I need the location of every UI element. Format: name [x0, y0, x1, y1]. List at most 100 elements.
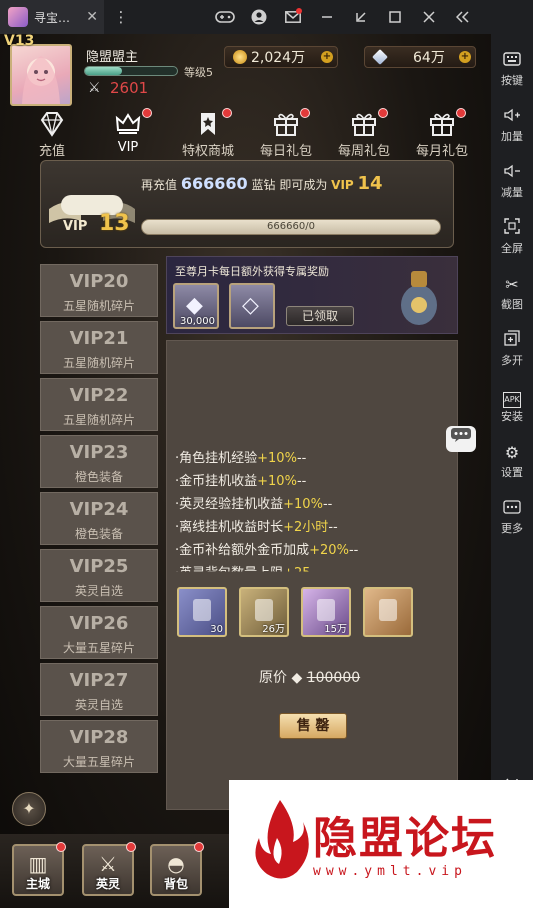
sidebar-label: 按键	[501, 74, 523, 87]
vip-item-title: VIP20	[69, 271, 129, 292]
vip-list-item[interactable]: VIP28 大量五星碎片	[40, 720, 158, 773]
vip-level-list[interactable]: VIP20 五星随机碎片 VIP21 五星随机碎片 VIP22 五星随机碎片 VIP23 橙色…	[40, 264, 158, 809]
minimize-icon[interactable]	[310, 0, 344, 34]
sidebar-label: 设置	[501, 466, 523, 479]
perk-item: ·角色挂机经验+10%--	[175, 447, 306, 466]
perk-suffix: --	[296, 474, 307, 489]
nav-heroes[interactable]: ⚔ 英灵	[82, 842, 136, 896]
vip-list-item[interactable]: VIP20 五星随机碎片	[40, 264, 158, 317]
perk-item: ·英灵背包数量上限+25	[175, 562, 311, 581]
chat-bubble-icon[interactable]	[446, 426, 476, 452]
add-gold-button[interactable]: +	[321, 51, 333, 63]
perk-value: +25	[283, 566, 311, 581]
more-icon	[491, 498, 533, 520]
gear-icon: ⚙	[504, 443, 520, 462]
volume-down-icon	[491, 162, 533, 184]
app-tab[interactable]: 寻宝… ✕	[0, 0, 104, 34]
nav-label: 背包	[163, 877, 188, 891]
gamepad-icon[interactable]	[208, 0, 242, 34]
vip-item-title: VIP27	[69, 670, 129, 691]
vip-list-item[interactable]: VIP25 英灵自选	[40, 549, 158, 602]
sidebar-label: 截图	[501, 298, 523, 311]
shrink-icon[interactable]	[344, 0, 378, 34]
nav-label: 主城	[25, 877, 50, 891]
nav-bag[interactable]: ◓ 背包	[150, 842, 204, 896]
gold-amount: 2,024万	[251, 50, 306, 66]
mail-icon[interactable]	[276, 0, 310, 34]
notification-dot	[56, 842, 66, 852]
recharge-prefix: 再充值	[141, 178, 178, 192]
silver-item-slot[interactable]: ◇	[229, 283, 275, 329]
item-count: 30,000	[180, 316, 215, 327]
tab-label: 每月礼包	[415, 144, 468, 159]
month-card-title: 至尊月卡每日额外获得专属奖励	[175, 265, 329, 278]
account-icon[interactable]	[242, 0, 276, 34]
scissors-icon: ✂	[505, 275, 519, 294]
silver-diamond-icon: ◇	[242, 293, 259, 318]
perk-text: ·离线挂机收益时长	[175, 520, 284, 535]
tab-privilege-shop[interactable]: 特权商城	[170, 106, 246, 159]
sidebar-item-multi[interactable]: 多开	[491, 330, 533, 368]
notification-dot	[222, 108, 232, 118]
vip-detail-panel: ·角色挂机经验+10%-- ·金币挂机收益+10%-- ·英灵经验挂机收益+10%-…	[166, 340, 458, 810]
multi-instance-icon	[491, 330, 533, 352]
vip-list-item[interactable]: VIP27 英灵自选	[40, 663, 158, 716]
gold-currency: 2,024万 +	[224, 46, 338, 68]
tab-vip[interactable]: VIP	[90, 106, 166, 155]
nav-main-city[interactable]: ▥ 主城	[12, 842, 66, 896]
player-avatar[interactable]	[10, 44, 72, 106]
menu-dots-icon[interactable]: ⋮	[104, 0, 138, 34]
volume-up-icon	[491, 106, 533, 128]
diamond-currency: 64万 +	[364, 46, 476, 68]
sidebar-item-settings[interactable]: ⚙ 设置	[491, 442, 533, 480]
vip-list-item[interactable]: VIP26 大量五星碎片	[40, 606, 158, 659]
sidebar-item-install[interactable]: APK 安装	[491, 386, 533, 424]
sidebar-item-screenshot[interactable]: ✂ 截图	[491, 274, 533, 312]
sidebar-item-more[interactable]: 更多	[491, 498, 533, 536]
perk-suffix: --	[322, 497, 333, 512]
treasure-bottle-icon	[393, 265, 445, 329]
maximize-icon[interactable]	[378, 0, 412, 34]
notification-dot	[142, 108, 152, 118]
notification-dot	[456, 108, 466, 118]
add-diamond-button[interactable]: +	[459, 51, 471, 63]
tab-weekly-pack[interactable]: 每周礼包	[326, 106, 402, 159]
reward-slot[interactable]	[363, 587, 413, 637]
reward-slot[interactable]: 15万	[301, 587, 351, 637]
perk-text: ·角色挂机经验	[175, 451, 258, 466]
diamond-icon: ◆	[186, 293, 203, 318]
vip-item-desc: 大量五星碎片	[62, 641, 135, 655]
notification-dot	[378, 108, 388, 118]
sidebar-label: 安装	[501, 410, 523, 423]
helmet-icon: ⚔	[99, 852, 117, 876]
tab-daily-pack[interactable]: 每日礼包	[248, 106, 324, 159]
tab-monthly-pack[interactable]: 每月礼包	[404, 106, 480, 159]
close-tab-icon[interactable]: ✕	[86, 9, 98, 25]
apk-text: APK	[503, 392, 521, 408]
vip-progress-text: 666660/0	[267, 221, 315, 232]
vip-list-item[interactable]: VIP24 橙色装备	[40, 492, 158, 545]
sidebar-item-volume-up[interactable]: 加量	[491, 106, 533, 144]
collapse-sidebar-icon[interactable]	[446, 0, 480, 34]
compass-icon[interactable]: ✦	[12, 792, 46, 826]
close-window-icon[interactable]	[412, 0, 446, 34]
reward-slot[interactable]: 30	[177, 587, 227, 637]
sold-out-button[interactable]: 售 罄	[279, 713, 347, 739]
gift-icon	[271, 110, 301, 140]
tab-recharge[interactable]: 充值	[14, 106, 90, 159]
sidebar-item-keys[interactable]: 按键	[491, 50, 533, 88]
vip-item-title: VIP24	[69, 499, 129, 520]
vip-item-title: VIP28	[69, 727, 129, 748]
reward-slot[interactable]: 26万	[239, 587, 289, 637]
sidebar-item-volume-down[interactable]: 减量	[491, 162, 533, 200]
reward-count: 30	[210, 624, 223, 635]
perk-suffix: --	[328, 520, 338, 535]
vip-list-item[interactable]: VIP21 五星随机碎片	[40, 321, 158, 374]
ticket-icon	[379, 599, 397, 621]
vip-list-item[interactable]: VIP23 橙色装备	[40, 435, 158, 488]
diamond-item-slot[interactable]: ◆ 30,000	[173, 283, 219, 329]
claimed-button[interactable]: 已领取	[286, 306, 354, 326]
notification-dot	[126, 842, 136, 852]
vip-list-item[interactable]: VIP22 五星随机碎片	[40, 378, 158, 431]
sidebar-item-fullscreen[interactable]: 全屏	[491, 218, 533, 256]
